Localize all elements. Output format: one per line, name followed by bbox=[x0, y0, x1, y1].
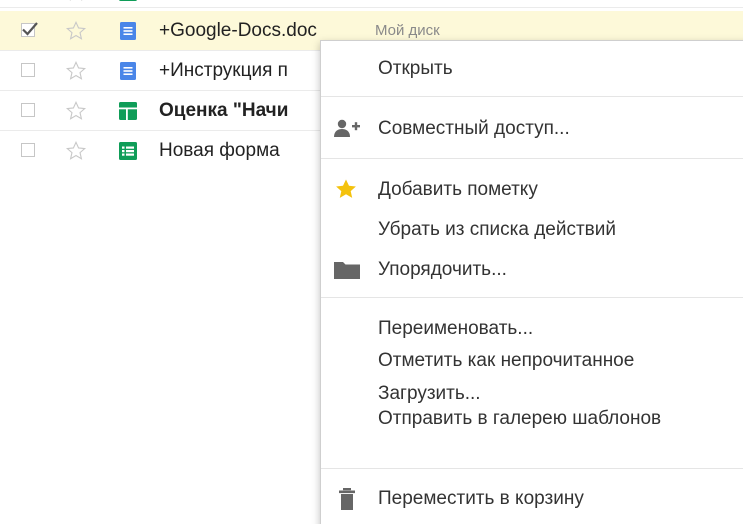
menu-item-add-star[interactable]: Добавить пометку bbox=[321, 172, 743, 208]
drive-screen: +Google-Docs.doc Мой диск +Инструкция п bbox=[0, 0, 743, 524]
trash-icon bbox=[339, 488, 355, 510]
menu-item-label: Убрать из списка действий bbox=[378, 219, 617, 240]
menu-item-label: Отметить как непрочитанное bbox=[378, 350, 635, 371]
row-checkbox[interactable] bbox=[21, 143, 35, 157]
menu-item-rename[interactable]: Переименовать... bbox=[321, 311, 743, 347]
row-checkbox[interactable] bbox=[21, 63, 35, 77]
star-icon bbox=[336, 179, 356, 198]
menu-item-share[interactable]: Совместный доступ... bbox=[321, 111, 743, 147]
menu-item-label: Переместить в корзину bbox=[378, 488, 584, 509]
menu-separator bbox=[321, 158, 743, 159]
docs-icon bbox=[120, 22, 136, 40]
add-person-icon bbox=[334, 119, 360, 137]
menu-item-label: Переименовать... bbox=[378, 318, 534, 339]
menu-separator bbox=[321, 96, 743, 97]
row-checkbox[interactable] bbox=[21, 103, 35, 117]
checkmark-icon bbox=[22, 22, 38, 36]
star-outline-icon[interactable] bbox=[65, 140, 87, 162]
folder-icon bbox=[334, 262, 360, 279]
menu-separator bbox=[321, 297, 743, 298]
sheets-icon bbox=[119, 102, 137, 120]
menu-item-label: Загрузить... bbox=[378, 383, 481, 404]
file-name[interactable]: Новая форма bbox=[159, 140, 280, 162]
file-name[interactable]: +Инструкция п bbox=[159, 60, 288, 82]
menu-item-label: Открыть bbox=[378, 58, 453, 79]
menu-separator bbox=[321, 468, 743, 469]
menu-item-label: Совместный доступ... bbox=[378, 118, 570, 139]
star-outline-icon[interactable] bbox=[65, 20, 87, 42]
menu-item-organize[interactable]: Упорядочить... bbox=[321, 252, 743, 288]
sheets-icon bbox=[119, 0, 137, 1]
file-row-partial[interactable] bbox=[0, 0, 743, 8]
context-menu: Открыть Совместный доступ... Добавить по… bbox=[320, 40, 743, 524]
menu-item-move-to-trash[interactable]: Переместить в корзину bbox=[321, 481, 743, 517]
file-name[interactable]: Оценка "Начи bbox=[159, 100, 288, 122]
forms-icon bbox=[119, 142, 137, 160]
star-outline-icon[interactable] bbox=[65, 0, 87, 3]
menu-item-label: Отправить в галерею шаблонов bbox=[378, 408, 662, 429]
row-checkbox[interactable] bbox=[21, 22, 38, 37]
file-name[interactable]: +Google-Docs.doc bbox=[159, 20, 317, 42]
menu-item-remove-from-activity[interactable]: Убрать из списка действий bbox=[321, 212, 743, 248]
menu-item-label: Упорядочить... bbox=[378, 259, 507, 280]
menu-item-label: Добавить пометку bbox=[378, 179, 538, 200]
menu-item-submit-to-gallery[interactable]: Отправить в галерею шаблонов bbox=[321, 408, 743, 460]
star-outline-icon[interactable] bbox=[65, 60, 87, 82]
docs-icon bbox=[120, 62, 136, 80]
menu-item-download[interactable]: Загрузить... bbox=[321, 376, 743, 412]
menu-item-open[interactable]: Открыть bbox=[321, 51, 743, 87]
menu-item-mark-unread[interactable]: Отметить как непрочитанное bbox=[321, 343, 743, 379]
star-outline-icon[interactable] bbox=[65, 100, 87, 122]
file-owner: Мой диск bbox=[375, 22, 440, 39]
